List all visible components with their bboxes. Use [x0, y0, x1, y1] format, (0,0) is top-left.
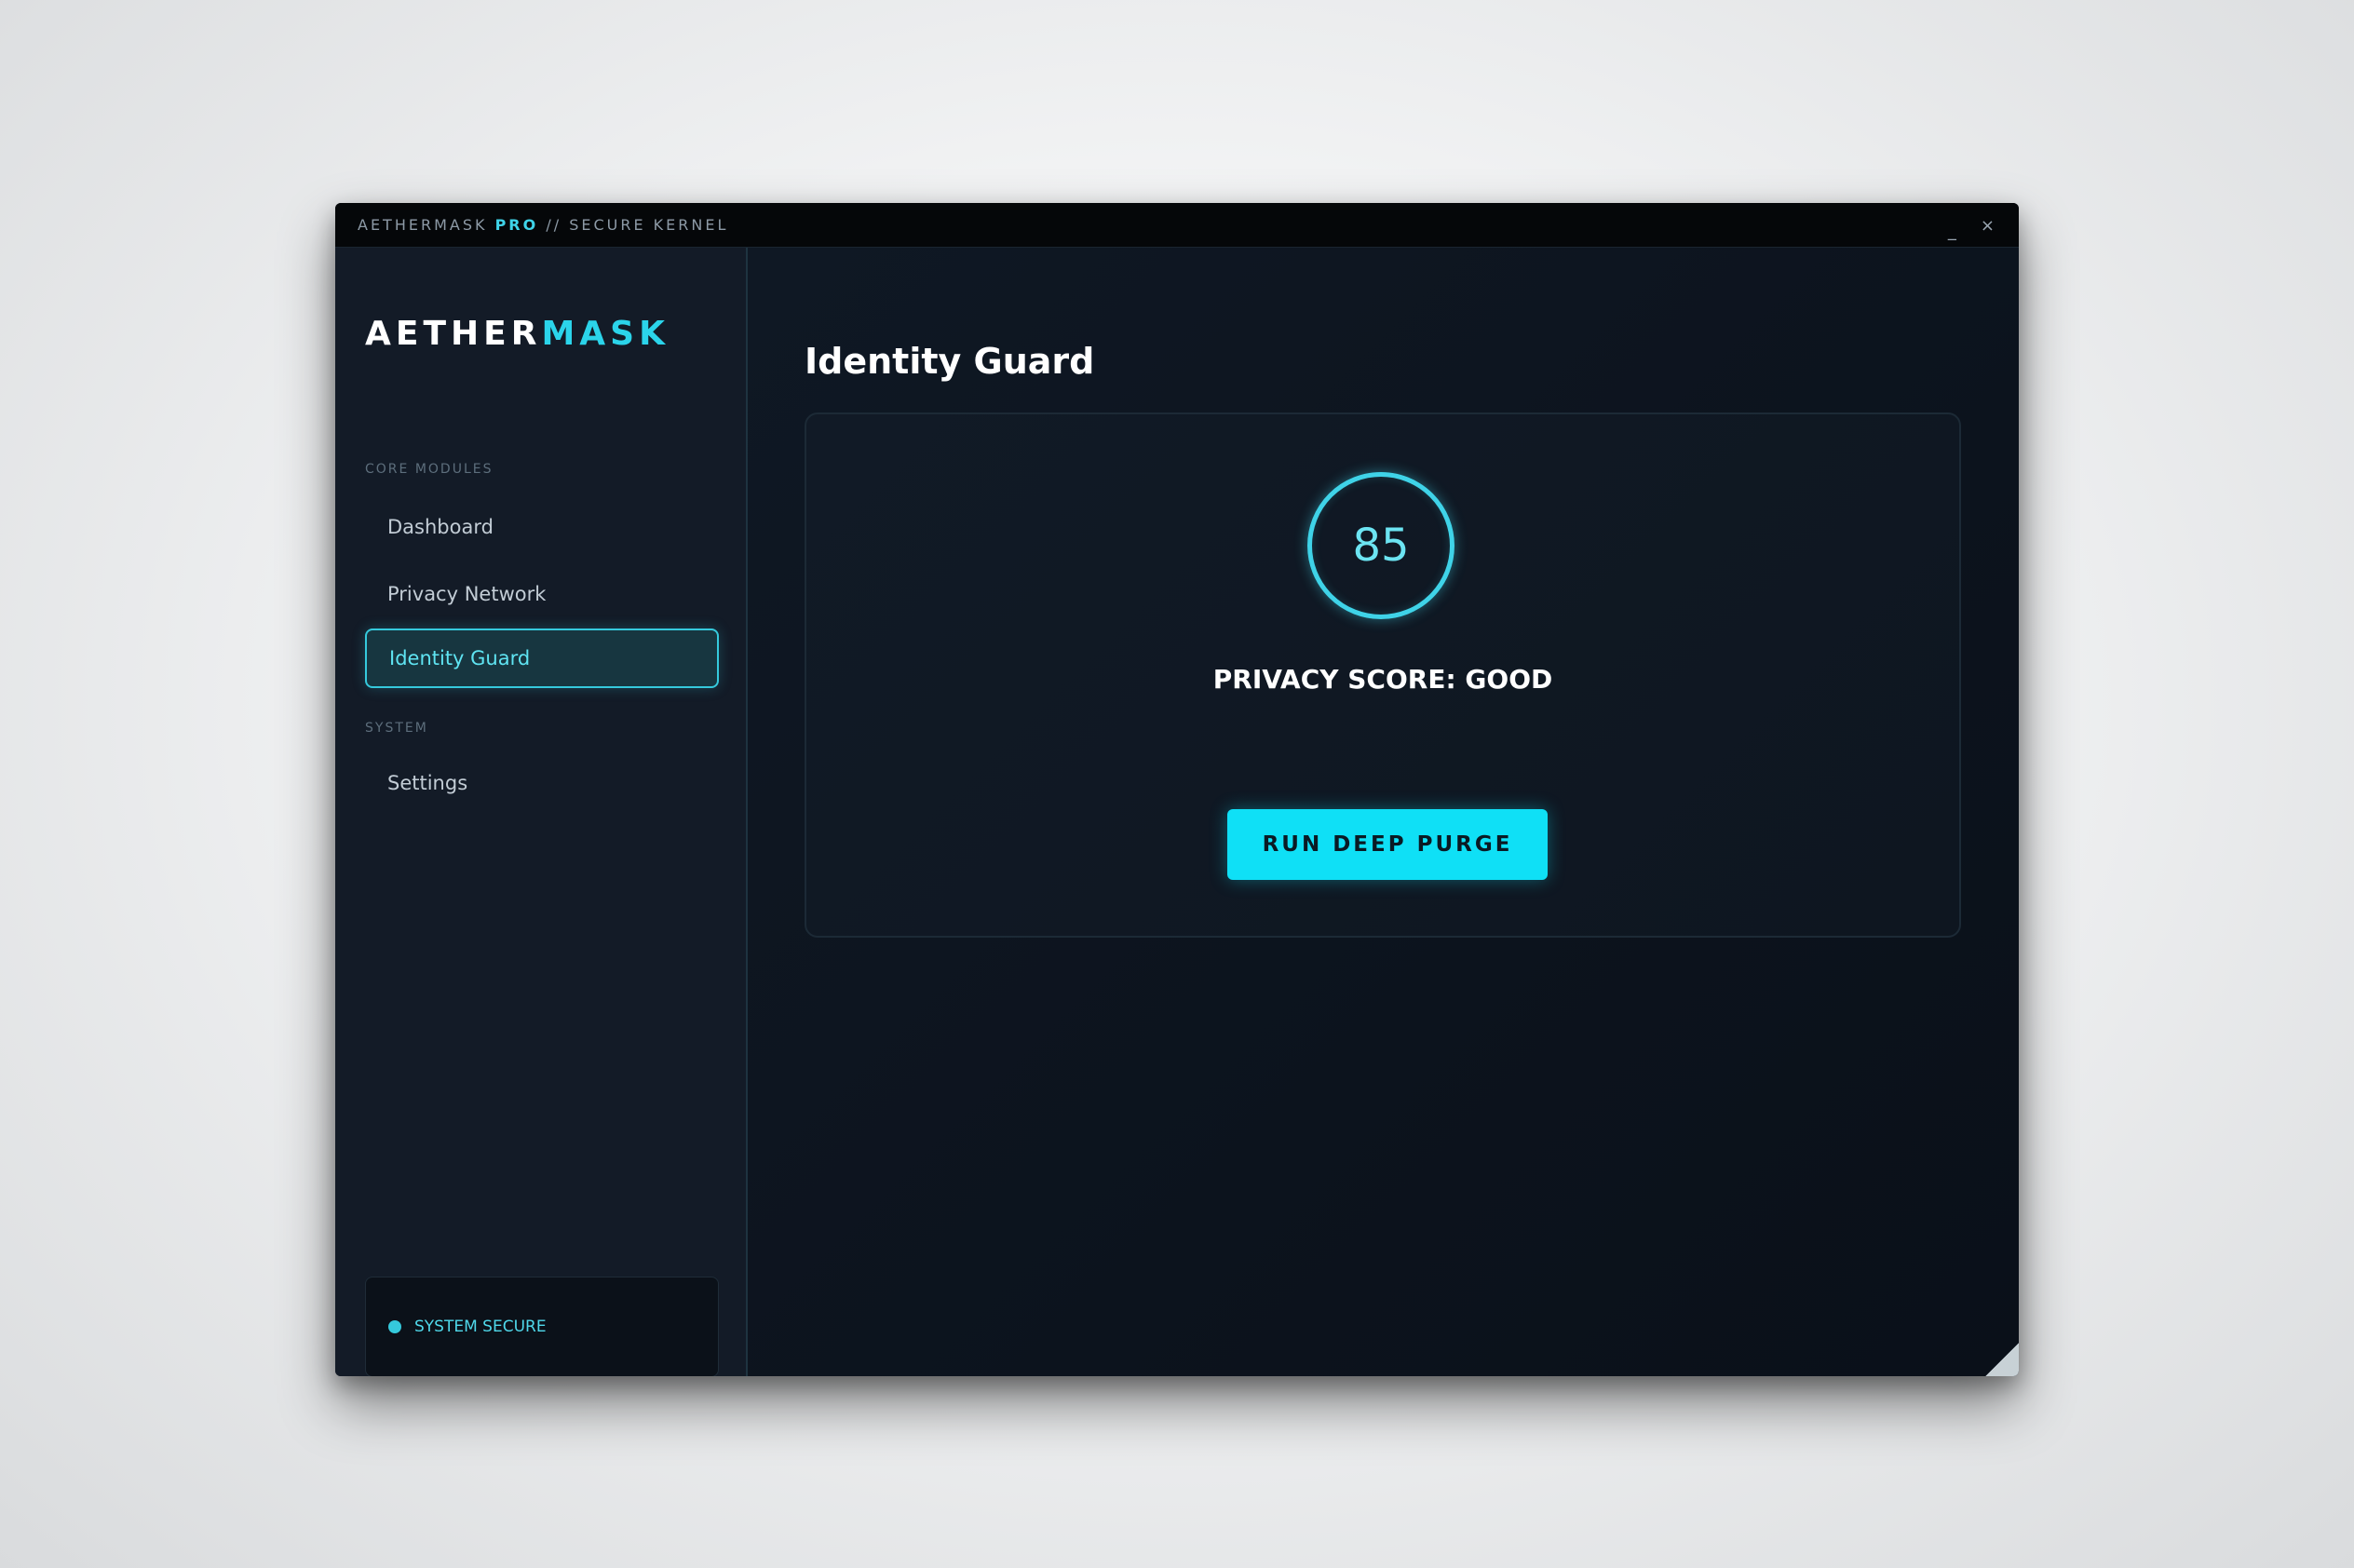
app-logo: AETHERMASK — [365, 315, 670, 353]
title-pro-badge: PRO — [494, 216, 539, 234]
status-indicator-dot — [388, 1320, 401, 1333]
window-title: AETHERMASK PRO // SECURE KERNEL — [358, 216, 728, 234]
sidebar-item-label: Dashboard — [387, 516, 494, 538]
page-title: Identity Guard — [805, 341, 1095, 382]
resize-grip-icon[interactable] — [1985, 1343, 2019, 1376]
privacy-score-card: 85 PRIVACY SCORE: GOOD RUN DEEP PURGE — [805, 412, 1961, 938]
main-content: Identity Guard 85 PRIVACY SCORE: GOOD RU… — [748, 248, 2019, 1376]
section-label-core-modules: CORE MODULES — [365, 462, 494, 477]
close-button[interactable]: × — [1981, 216, 1995, 236]
minimize-button[interactable]: _ — [1948, 222, 1956, 241]
sidebar-item-label: Privacy Network — [387, 583, 547, 605]
sidebar-item-label: Identity Guard — [389, 647, 531, 669]
sidebar-item-identity-guard[interactable]: Identity Guard — [365, 629, 719, 688]
window-controls: _ × — [1948, 203, 1995, 248]
title-bar[interactable]: AETHERMASK PRO // SECURE KERNEL _ × — [335, 203, 2019, 248]
logo-part-aether: AETHER — [365, 315, 542, 353]
score-ring-gauge: 85 — [1307, 472, 1454, 619]
app-window: AETHERMASK PRO // SECURE KERNEL _ × AETH… — [335, 203, 2019, 1376]
score-value: 85 — [1352, 520, 1410, 572]
sidebar-item-privacy-network[interactable]: Privacy Network — [365, 564, 719, 624]
section-label-system: SYSTEM — [365, 721, 428, 736]
sidebar-item-dashboard[interactable]: Dashboard — [365, 497, 719, 557]
sidebar-item-settings[interactable]: Settings — [365, 753, 719, 813]
sidebar: AETHERMASK CORE MODULES Dashboard Privac… — [335, 248, 748, 1376]
status-text: SYSTEM SECURE — [414, 1318, 547, 1336]
run-deep-purge-button[interactable]: RUN DEEP PURGE — [1227, 809, 1548, 880]
title-suffix: // SECURE KERNEL — [546, 216, 729, 234]
logo-part-mask: MASK — [541, 315, 670, 353]
system-status-panel: SYSTEM SECURE — [365, 1277, 719, 1376]
sidebar-item-label: Settings — [387, 772, 468, 794]
privacy-score-label: PRIVACY SCORE: GOOD — [1212, 664, 1553, 695]
title-brand: AETHERMASK — [358, 216, 488, 234]
